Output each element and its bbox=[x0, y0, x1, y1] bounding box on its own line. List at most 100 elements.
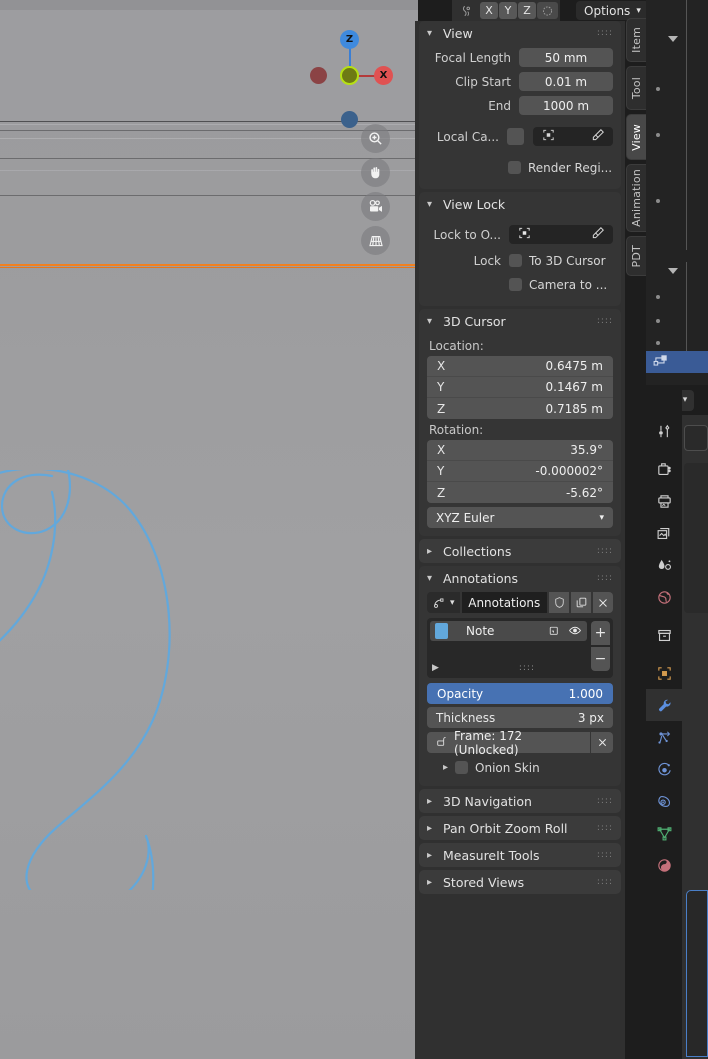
clip-start-field[interactable]: 0.01 m bbox=[519, 72, 613, 91]
cursor-rotation-y[interactable]: Y -0.000002° bbox=[427, 461, 613, 482]
to-3d-cursor-checkbox[interactable] bbox=[509, 254, 522, 267]
outliner-row[interactable] bbox=[646, 288, 708, 307]
active-object-outline[interactable] bbox=[0, 267, 418, 268]
outliner-row[interactable] bbox=[646, 262, 708, 281]
properties-tab-view-layer[interactable] bbox=[646, 517, 682, 549]
cursor-location-z[interactable]: Z 0.7185 m bbox=[427, 398, 613, 419]
properties-tab-constraints[interactable] bbox=[646, 785, 682, 817]
panel-grip[interactable]: :::: bbox=[597, 823, 613, 833]
proportional-edit-icon[interactable] bbox=[454, 2, 479, 19]
properties-editor[interactable]: ▾ bbox=[646, 385, 708, 1059]
cursor-rotation-z[interactable]: Z -5.62° bbox=[427, 482, 613, 503]
annotation-datablock-type-button[interactable]: ▾ bbox=[427, 592, 460, 613]
camera-icon[interactable] bbox=[361, 192, 390, 221]
expand-triangle-icon[interactable]: ▶ bbox=[432, 663, 439, 673]
list-resize-grip[interactable]: :::: bbox=[519, 663, 535, 673]
panel-grip[interactable]: :::: bbox=[597, 28, 613, 38]
panel-3d-navigation-header[interactable]: ▸ 3D Navigation :::: bbox=[419, 789, 621, 813]
local-camera-field[interactable] bbox=[533, 127, 613, 146]
camera-to-view-checkbox-row[interactable]: Camera to ... bbox=[509, 274, 607, 295]
add-layer-button[interactable]: + bbox=[591, 621, 610, 645]
to-3d-cursor-checkbox-row[interactable]: To 3D Cursor bbox=[509, 250, 606, 271]
cursor-location-y[interactable]: Y 0.1467 m bbox=[427, 377, 613, 398]
cursor-location-x[interactable]: X 0.6475 m bbox=[427, 356, 613, 377]
rotation-mode-dropdown[interactable]: XYZ Euler ▾ bbox=[427, 507, 613, 528]
properties-tab-data[interactable] bbox=[646, 817, 682, 849]
panel-view-header[interactable]: ▾ View :::: bbox=[419, 21, 621, 45]
disclosure-triangle-icon[interactable] bbox=[668, 268, 678, 274]
panel-grip[interactable]: :::: bbox=[597, 316, 613, 326]
annotation-layer-item[interactable]: Note bbox=[430, 621, 587, 641]
outliner-row[interactable] bbox=[646, 312, 708, 331]
disclosure-triangle-icon[interactable] bbox=[668, 36, 678, 42]
clip-end-field[interactable]: 1000 m bbox=[519, 96, 613, 115]
eye-icon[interactable] bbox=[568, 622, 582, 641]
shield-icon[interactable] bbox=[549, 592, 569, 613]
frame-close-icon[interactable] bbox=[591, 732, 613, 753]
panel-grip[interactable]: :::: bbox=[597, 877, 613, 887]
axis-z-button[interactable]: Z bbox=[518, 2, 536, 19]
outliner-row-selected[interactable] bbox=[646, 351, 708, 373]
properties-tab-scene[interactable] bbox=[646, 549, 682, 581]
axis-x-button[interactable]: X bbox=[480, 2, 498, 19]
focal-length-field[interactable]: 50 mm bbox=[519, 48, 613, 67]
properties-tab-output[interactable] bbox=[646, 485, 682, 517]
eyedropper-icon[interactable] bbox=[591, 128, 605, 145]
frame-button[interactable]: Frame: 172 (Unlocked) bbox=[427, 729, 590, 757]
annotation-datablock-name[interactable]: Annotations bbox=[461, 592, 547, 613]
opacity-slider[interactable]: Opacity 1.000 bbox=[427, 683, 613, 704]
gizmo-z-positive[interactable]: Z bbox=[340, 30, 359, 49]
lock-to-object-field[interactable] bbox=[509, 225, 613, 244]
render-region-checkbox[interactable] bbox=[508, 161, 521, 174]
panel-stored-views-header[interactable]: ▸ Stored Views :::: bbox=[419, 870, 621, 894]
panel-grip[interactable]: :::: bbox=[597, 850, 613, 860]
properties-tab-tool[interactable] bbox=[646, 415, 682, 447]
eyedropper-icon[interactable] bbox=[591, 226, 605, 243]
sidebar-tab-item[interactable]: Item bbox=[626, 18, 646, 62]
outliner-row[interactable] bbox=[646, 0, 708, 19]
properties-tab-collection[interactable] bbox=[646, 619, 682, 651]
panel-pan-orbit-zoom-roll-header[interactable]: ▸ Pan Orbit Zoom Roll :::: bbox=[419, 816, 621, 840]
remove-layer-button[interactable]: − bbox=[591, 647, 610, 671]
properties-tab-material[interactable] bbox=[646, 849, 682, 881]
chevron-right-icon[interactable]: ▸ bbox=[443, 762, 448, 773]
annotation-curve[interactable] bbox=[0, 470, 240, 890]
properties-tab-render[interactable] bbox=[646, 453, 682, 485]
gizmo-z-negative[interactable] bbox=[341, 111, 358, 128]
sidebar-tab-pdt[interactable]: PDT bbox=[626, 236, 646, 276]
outliner-row[interactable] bbox=[646, 30, 708, 49]
axis-y-button[interactable]: Y bbox=[499, 2, 517, 19]
panel-grip[interactable]: :::: bbox=[597, 796, 613, 806]
properties-tab-object[interactable] bbox=[646, 657, 682, 689]
thickness-field[interactable]: Thickness 3 px bbox=[427, 707, 613, 728]
onion-icon[interactable] bbox=[547, 622, 560, 641]
sidebar-tab-view[interactable]: View bbox=[626, 114, 646, 160]
camera-to-view-checkbox[interactable] bbox=[509, 278, 522, 291]
gizmo-x-negative[interactable] bbox=[310, 67, 327, 84]
active-object-outline[interactable] bbox=[0, 264, 418, 266]
rotate-snap-icon[interactable] bbox=[537, 2, 558, 19]
render-region-checkbox-row[interactable]: Render Regi... bbox=[508, 157, 612, 178]
unlock-icon[interactable] bbox=[435, 735, 448, 751]
outliner-row[interactable] bbox=[646, 126, 708, 145]
hand-icon[interactable] bbox=[361, 158, 390, 187]
duplicate-icon[interactable] bbox=[571, 592, 591, 613]
panel-annotations-header[interactable]: ▾ Annotations :::: bbox=[419, 566, 621, 590]
onion-skin-row[interactable]: ▸ Onion Skin bbox=[427, 757, 613, 778]
properties-tab-particles[interactable] bbox=[646, 721, 682, 753]
layer-color-swatch[interactable] bbox=[435, 623, 448, 639]
gizmo-origin[interactable] bbox=[340, 66, 359, 85]
panel-3d-cursor-header[interactable]: ▾ 3D Cursor :::: bbox=[419, 309, 621, 333]
close-icon[interactable] bbox=[593, 592, 613, 613]
outliner-row[interactable] bbox=[646, 80, 708, 99]
properties-tab-physics[interactable] bbox=[646, 753, 682, 785]
properties-tab-world[interactable] bbox=[646, 581, 682, 613]
sidebar-tab-animation[interactable]: Animation bbox=[626, 164, 646, 232]
panel-view-lock-header[interactable]: ▾ View Lock bbox=[419, 192, 621, 216]
navigation-gizmo[interactable]: Z X bbox=[296, 26, 404, 128]
outliner-editor[interactable] bbox=[646, 0, 708, 385]
annotation-layers-list[interactable]: Note ▶ :::: + − bbox=[427, 618, 613, 678]
view-sidebar-panel[interactable]: ▾ View :::: Focal Length 50 mm Clip Star… bbox=[415, 21, 625, 1059]
panel-collections-header[interactable]: ▸ Collections :::: bbox=[419, 539, 621, 563]
local-camera-toggle[interactable] bbox=[507, 128, 524, 145]
